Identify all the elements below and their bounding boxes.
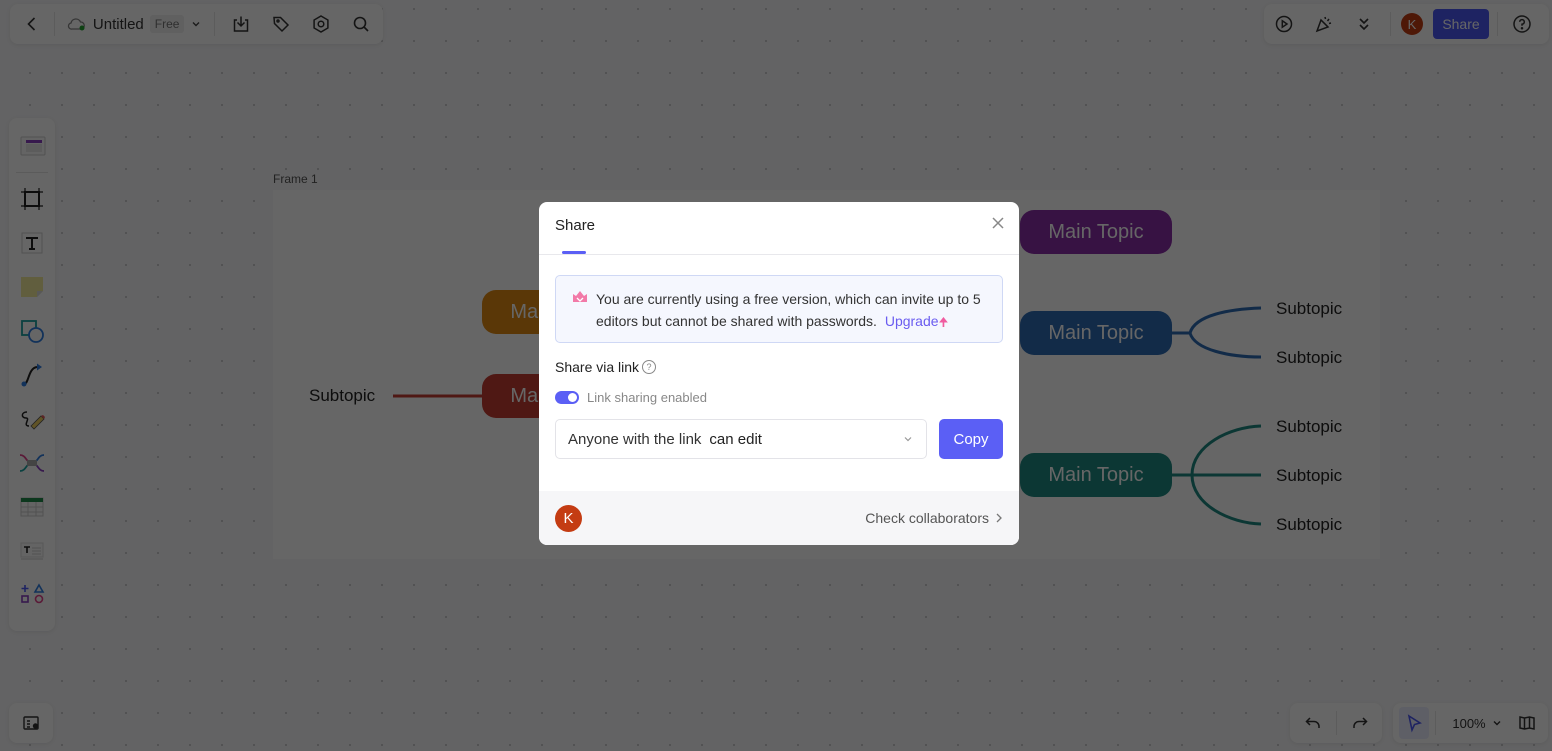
dialog-footer: K Check collaborators: [539, 491, 1019, 545]
chevron-down-icon: [904, 437, 912, 442]
free-version-notice: You are currently using a free version, …: [555, 275, 1003, 343]
permission-value: can edit: [709, 430, 762, 448]
close-icon[interactable]: [989, 214, 1007, 232]
arrow-up-icon: 🠉: [938, 315, 949, 329]
help-icon[interactable]: ?: [642, 360, 657, 374]
upgrade-link[interactable]: Upgrade🠉: [885, 313, 949, 329]
chevron-right-icon: [996, 513, 1002, 523]
toggle-label: Link sharing enabled: [587, 390, 707, 405]
share-via-label: Share via link: [555, 359, 640, 375]
permission-select[interactable]: Anyone with the link can edit: [555, 419, 927, 459]
permission-scope: Anyone with the link: [568, 430, 702, 448]
share-via-link-heading: Share via link ?: [555, 359, 657, 375]
share-dialog: Share You are currently using a free ver…: [539, 202, 1019, 545]
copy-link-button[interactable]: Copy: [939, 419, 1003, 459]
dialog-header: Share: [539, 202, 1019, 255]
tab-share[interactable]: Share: [555, 217, 595, 234]
check-collaborators-link[interactable]: Check collaborators: [865, 510, 1003, 526]
upgrade-label: Upgrade: [884, 313, 939, 329]
collaborator-avatar[interactable]: K: [555, 504, 582, 532]
link-sharing-row: Link sharing enabled: [555, 390, 707, 405]
link-sharing-toggle[interactable]: [555, 391, 579, 404]
tab-active-indicator: [562, 251, 586, 254]
check-collaborators-label: Check collaborators: [865, 510, 989, 526]
crown-icon: [573, 291, 587, 302]
